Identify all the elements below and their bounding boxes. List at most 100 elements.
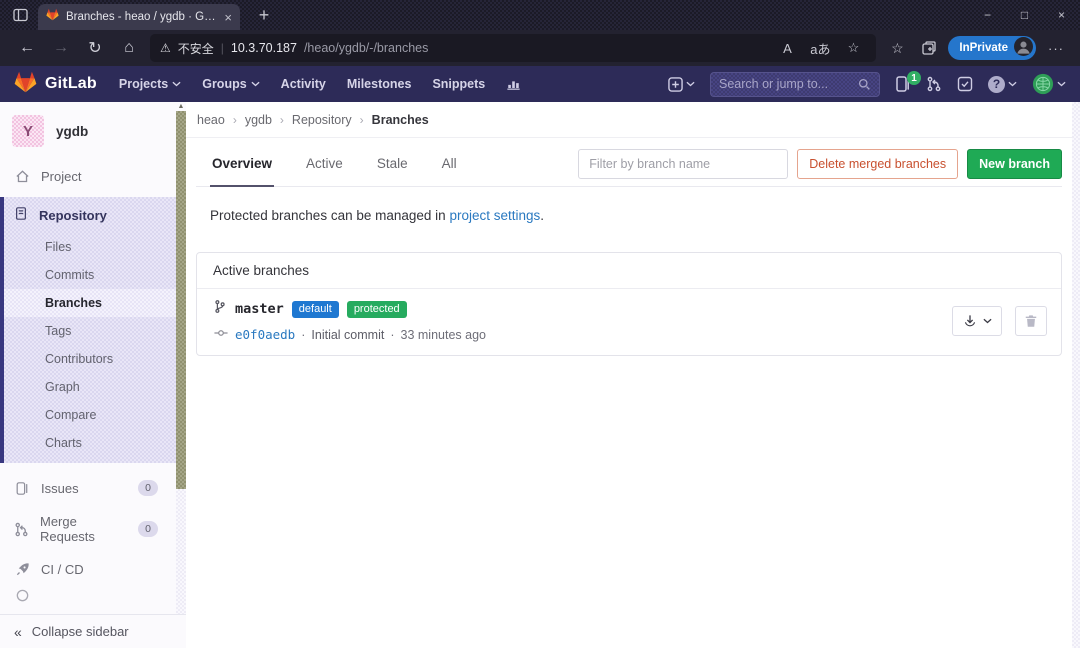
branch-filter-input[interactable] (578, 149, 788, 179)
charts-icon[interactable] (506, 77, 521, 91)
sidebar-item-commits[interactable]: Commits (4, 261, 176, 289)
scroll-up-arrow[interactable]: ▲ (176, 102, 186, 111)
sidebar-item-repository[interactable]: Repository (4, 197, 176, 233)
home-button[interactable]: ⌂ (112, 35, 146, 61)
collapse-sidebar-button[interactable]: « Collapse sidebar (0, 614, 186, 648)
project-context[interactable]: Y ygdb (0, 102, 176, 160)
add-favorite-icon[interactable]: ☆ (840, 40, 866, 56)
tab-active[interactable]: Active (304, 145, 345, 187)
branch-icon (213, 299, 227, 319)
sidebar-item-graph[interactable]: Graph (4, 373, 176, 401)
address-bar[interactable]: ⚠ 不安全 | 10.3.70.187 /heao/ygdb/-/branche… (150, 34, 876, 62)
global-search[interactable] (710, 72, 880, 97)
commit-icon (213, 326, 229, 343)
commit-message[interactable]: Initial commit (311, 328, 384, 342)
nav-milestones[interactable]: Milestones (347, 77, 412, 91)
chevron-down-icon (983, 318, 992, 324)
merge-requests-count-badge: 0 (138, 521, 158, 537)
new-tab-button[interactable]: + (252, 4, 276, 28)
protected-branches-note: Protected branches can be managed in pro… (210, 208, 1062, 223)
tab-actions-icon[interactable] (12, 7, 30, 23)
read-aloud-icon[interactable]: A (774, 41, 800, 56)
sidebar-section-repository: Repository Files Commits Branches Tags C… (0, 197, 176, 463)
search-input[interactable] (719, 77, 858, 91)
minimize-button[interactable]: − (969, 0, 1006, 30)
chevron-down-icon (686, 81, 695, 87)
gitlab-navbar: GitLab Projects Groups Activity Mileston… (0, 66, 1080, 102)
commit-sha-link[interactable]: e0f0aedb (235, 327, 295, 342)
chevron-down-icon (251, 81, 260, 87)
refresh-button[interactable]: ↻ (78, 35, 112, 61)
sidebar-item-branches[interactable]: Branches (4, 289, 176, 317)
inprivate-badge[interactable]: InPrivate (948, 36, 1036, 60)
new-menu-button[interactable] (668, 77, 695, 92)
sidebar-item-compare[interactable]: Compare (4, 401, 176, 429)
chevron-down-icon (172, 81, 181, 87)
page-scrollbar[interactable] (1072, 102, 1080, 648)
main-content: heao › ygdb › Repository › Branches Over… (186, 102, 1072, 648)
inprivate-label: InPrivate (959, 42, 1008, 54)
home-icon (14, 169, 30, 184)
breadcrumb-repository[interactable]: Repository (292, 113, 352, 127)
nav-projects[interactable]: Projects (119, 77, 181, 91)
new-branch-button[interactable]: New branch (967, 149, 1062, 179)
tab-stale[interactable]: Stale (375, 145, 410, 187)
sidebar-item-ci-cd[interactable]: CI / CD (0, 553, 176, 586)
gitlab-navbar-right: 1 ? (668, 72, 1066, 97)
gitlab-logo[interactable]: GitLab (14, 71, 97, 98)
issues-count-badge: 0 (138, 480, 158, 496)
tab-close-icon[interactable]: × (224, 11, 232, 24)
chevron-down-icon (1057, 81, 1066, 87)
maximize-button[interactable]: □ (1006, 0, 1043, 30)
delete-branch-button[interactable] (1015, 306, 1047, 336)
merge-request-icon (14, 522, 29, 537)
tab-all[interactable]: All (440, 145, 459, 187)
download-branch-button[interactable] (952, 306, 1002, 336)
help-menu[interactable]: ? (988, 76, 1017, 93)
rocket-icon (14, 562, 30, 577)
breadcrumb-project[interactable]: ygdb (245, 113, 272, 127)
breadcrumb-group[interactable]: heao (197, 113, 225, 127)
sidebar-item-project[interactable]: Project (0, 160, 176, 193)
gear-icon (14, 588, 30, 603)
default-badge: default (292, 301, 339, 318)
sidebar-item-contributors[interactable]: Contributors (4, 345, 176, 373)
forward-button[interactable]: → (44, 35, 78, 61)
sidebar-item-charts[interactable]: Charts (4, 429, 176, 457)
todos-nav-icon[interactable] (957, 76, 973, 92)
browser-toolbar: ← → ↻ ⌂ ⚠ 不安全 | 10.3.70.187 /heao/ygdb/-… (0, 30, 1080, 66)
back-button[interactable]: ← (10, 35, 44, 61)
commit-time: 33 minutes ago (401, 328, 486, 342)
sidebar-item-files[interactable]: Files (4, 233, 176, 261)
delete-merged-branches-button[interactable]: Delete merged branches (797, 149, 958, 179)
collections-icon[interactable] (916, 35, 942, 61)
translate-icon[interactable]: aあ (807, 39, 833, 58)
project-settings-link[interactable]: project settings (449, 208, 540, 223)
branch-row: master default protected e0f0aedb · Init… (197, 289, 1061, 355)
branches-toolbar: Overview Active Stale All Delete merged … (196, 145, 1062, 187)
help-icon: ? (988, 76, 1005, 93)
sidebar-scrollbar-thumb[interactable] (176, 111, 186, 489)
sidebar-item-partial[interactable] (0, 586, 176, 604)
tab-title: Branches - heao / ygdb · GitLab (66, 11, 217, 23)
sidebar-scrollbar[interactable]: ▲ (176, 102, 186, 614)
gitlab-favicon-icon (46, 8, 59, 26)
favorites-icon[interactable]: ☆ (884, 35, 910, 61)
nav-groups[interactable]: Groups (202, 77, 259, 91)
browser-tab[interactable]: Branches - heao / ygdb · GitLab × (38, 4, 240, 30)
sidebar-item-tags[interactable]: Tags (4, 317, 176, 345)
close-button[interactable]: × (1043, 0, 1080, 30)
nav-activity[interactable]: Activity (281, 77, 326, 91)
sidebar-item-issues[interactable]: Issues 0 (0, 471, 176, 505)
nav-snippets[interactable]: Snippets (432, 77, 485, 91)
merge-requests-nav-icon[interactable] (926, 76, 942, 92)
user-menu[interactable] (1032, 73, 1066, 95)
branch-name[interactable]: master (235, 301, 284, 317)
collapse-icon: « (14, 624, 22, 640)
protected-badge: protected (347, 301, 407, 318)
settings-menu-icon[interactable]: ··· (1042, 41, 1070, 56)
tab-overview[interactable]: Overview (210, 145, 274, 187)
issues-nav-icon[interactable]: 1 (895, 76, 911, 92)
trash-icon (1024, 314, 1038, 328)
sidebar-item-merge-requests[interactable]: Merge Requests 0 (0, 505, 176, 553)
